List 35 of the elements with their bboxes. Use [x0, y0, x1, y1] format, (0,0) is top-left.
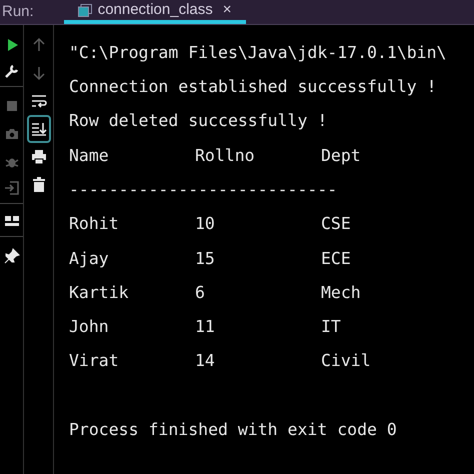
console-line: Connection established successfully !	[69, 76, 437, 98]
table-cell: Mech	[321, 282, 361, 302]
run-label: Run:	[1, 2, 35, 22]
trash-icon[interactable]	[30, 177, 46, 193]
table-cell: CSE	[321, 214, 351, 234]
table-cell: Rohit	[69, 214, 119, 234]
table-cell: 15	[195, 248, 215, 268]
pin-icon[interactable]	[4, 248, 20, 264]
table-cell: IT	[321, 317, 341, 336]
table-cell: Name	[69, 146, 109, 165]
table-cell: 6	[195, 282, 205, 302]
close-button[interactable]: ×	[222, 0, 232, 22]
scroll-to-end-button[interactable]	[26, 115, 50, 143]
table-cell: ECE	[321, 248, 351, 268]
scroll-to-end-icon[interactable]	[30, 121, 46, 137]
table-cell: Civil	[321, 351, 371, 370]
tab[interactable]: connection_class ×	[64, 0, 246, 24]
console-line: Process finished with exit code 0	[69, 419, 397, 442]
console-line: "C:\Program Files\Java\jdk-17.0.1\bin\	[69, 42, 446, 64]
table-cell: Ajay	[69, 248, 109, 268]
console-line: ---------------------------	[69, 178, 338, 201]
table-cell: 10	[195, 214, 215, 234]
tab-label: connection_class	[98, 0, 213, 20]
console-line: Row deleted successfully !	[69, 110, 328, 132]
window-icon	[78, 4, 92, 16]
table-cell: 11	[195, 317, 215, 336]
wrench-icon[interactable]	[4, 62, 20, 78]
table-cell: Kartik	[69, 282, 129, 302]
table-cell: 14	[195, 351, 215, 370]
wrap-icon[interactable]	[30, 93, 46, 109]
table-cell: Rollno	[195, 146, 255, 165]
table-cell: John	[69, 317, 109, 336]
table-cell: Virat	[69, 351, 119, 370]
printer-icon[interactable]	[30, 149, 46, 165]
table-cell: Dept	[321, 146, 361, 165]
